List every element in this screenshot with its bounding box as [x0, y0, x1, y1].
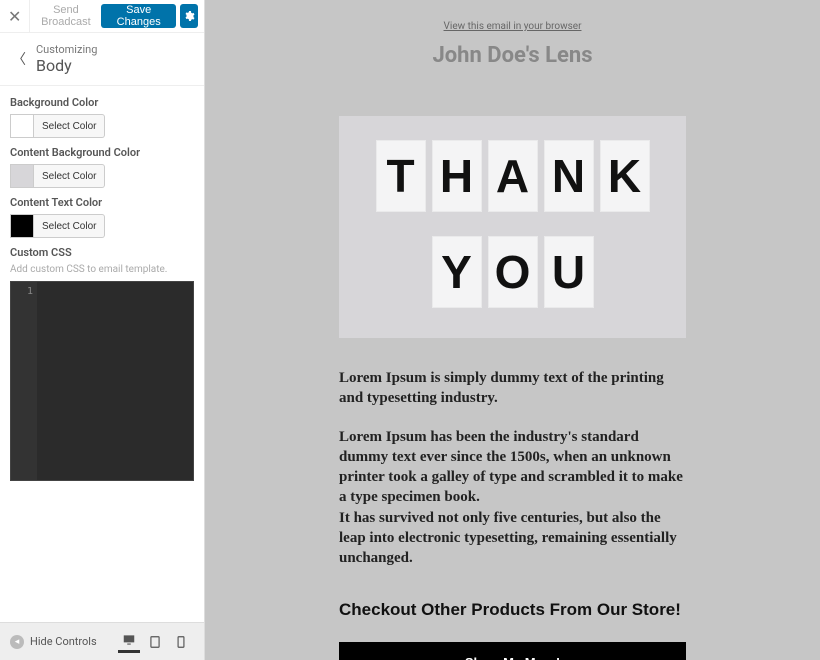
- paragraph-2: Lorem Ipsum has been the industry's stan…: [339, 427, 686, 569]
- checkout-heading: Checkout Other Products From Our Store!: [339, 600, 686, 620]
- content-bg-label: Content Background Color: [10, 146, 194, 159]
- letter-tile: Y: [432, 236, 482, 308]
- preview-scroll[interactable]: View this email in your browser John Doe…: [205, 0, 820, 660]
- letter-tile: O: [488, 236, 538, 308]
- letter-tile: H: [432, 140, 482, 212]
- breadcrumb-title: Body: [36, 56, 97, 75]
- paragraph-1: Lorem Ipsum is simply dummy text of the …: [339, 368, 686, 409]
- bg-color-row: Select Color: [10, 114, 194, 138]
- text-color-swatch[interactable]: [10, 214, 34, 238]
- brand-title: John Doe's Lens: [205, 43, 820, 68]
- close-icon: ✕: [8, 7, 21, 26]
- content-bg-swatch[interactable]: [10, 164, 34, 188]
- editor-gutter: 1: [11, 282, 37, 480]
- device-mobile-button[interactable]: [170, 631, 192, 653]
- gear-icon: [183, 10, 195, 22]
- css-editor[interactable]: 1: [10, 281, 194, 481]
- collapse-icon[interactable]: ◂: [10, 635, 24, 649]
- letter-tile: T: [376, 140, 426, 212]
- hide-controls-label[interactable]: Hide Controls: [30, 635, 97, 648]
- text-color-label: Content Text Color: [10, 196, 194, 209]
- panel-body: Background Color Select Color Content Ba…: [0, 86, 204, 622]
- desktop-icon: [122, 633, 136, 647]
- device-desktop-button[interactable]: [118, 631, 140, 653]
- body-content: Lorem Ipsum is simply dummy text of the …: [205, 348, 820, 660]
- text-select-color-button[interactable]: Select Color: [34, 214, 105, 238]
- thank-you-image: THANK YOU: [339, 116, 686, 338]
- letter-tile: A: [488, 140, 538, 212]
- preview-pane: View this email in your browser John Doe…: [205, 0, 820, 660]
- cta-button[interactable]: Show Me More!: [339, 642, 686, 660]
- breadcrumb-text: Customizing Body: [36, 43, 97, 75]
- letter-tile: N: [544, 140, 594, 212]
- custom-css-hint: Add custom CSS to email template.: [10, 264, 194, 275]
- thank-row: THANK: [376, 140, 650, 212]
- text-color-row: Select Color: [10, 214, 194, 238]
- editor-code-area[interactable]: [37, 282, 193, 480]
- breadcrumb-label: Customizing: [36, 43, 97, 56]
- settings-button[interactable]: [180, 4, 198, 28]
- device-tablet-button[interactable]: [144, 631, 166, 653]
- breadcrumb: 〈 Customizing Body: [0, 33, 204, 86]
- view-in-browser-link[interactable]: View this email in your browser: [444, 21, 582, 32]
- chevron-left-icon: 〈: [12, 52, 26, 68]
- custom-css-label: Custom CSS: [10, 246, 194, 259]
- hero-section: THANK YOU: [205, 86, 820, 348]
- close-button[interactable]: ✕: [0, 0, 30, 32]
- you-row: YOU: [432, 236, 594, 308]
- content-bg-select-color-button[interactable]: Select Color: [34, 164, 105, 188]
- tablet-icon: [148, 635, 162, 649]
- letter-tile: K: [600, 140, 650, 212]
- top-actions: ✕ Send Broadcast Save Changes: [0, 0, 204, 33]
- send-broadcast-button[interactable]: Send Broadcast: [30, 0, 101, 32]
- save-changes-button[interactable]: Save Changes: [101, 4, 175, 28]
- sidebar-footer: ◂ Hide Controls: [0, 622, 204, 660]
- email-header: View this email in your browser John Doe…: [205, 0, 820, 86]
- content-bg-row: Select Color: [10, 164, 194, 188]
- customizer-sidebar: ✕ Send Broadcast Save Changes 〈 Customiz…: [0, 0, 205, 660]
- bg-select-color-button[interactable]: Select Color: [34, 114, 105, 138]
- letter-tile: U: [544, 236, 594, 308]
- bg-color-swatch[interactable]: [10, 114, 34, 138]
- bg-color-label: Background Color: [10, 96, 194, 109]
- back-button[interactable]: 〈: [12, 49, 36, 69]
- mobile-icon: [174, 635, 188, 649]
